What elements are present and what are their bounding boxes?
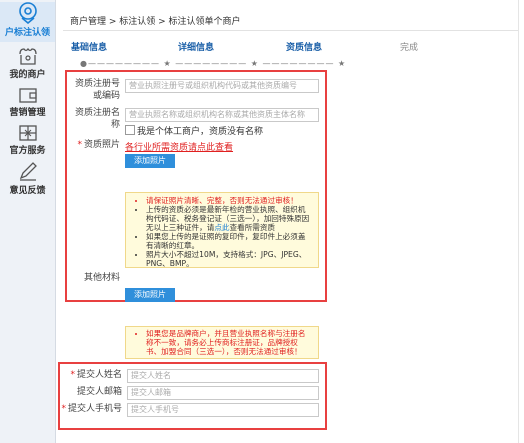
submitter-email-label: 提交人邮箱	[76, 387, 122, 397]
sidebar-item-official[interactable]: 官方服务	[0, 124, 55, 158]
sidebar-item-feedback[interactable]: 意见反馈	[0, 160, 55, 196]
pencil-icon	[19, 162, 37, 181]
individual-merchant-checkbox-row[interactable]: 我是个体工商户，资质没有名称	[125, 124, 263, 137]
required-mark: *	[61, 404, 66, 414]
required-mark: *	[70, 370, 75, 380]
reg-no-input[interactable]	[125, 79, 319, 93]
sidebar-item-label: 我的商户	[9, 70, 46, 80]
reg-no-label: 资质注册号或编码	[74, 79, 120, 101]
individual-merchant-label: 我是个体工商户，资质没有名称	[137, 127, 264, 137]
add-photo-button-other[interactable]: 添加照片	[125, 288, 175, 302]
sidebar-item-label: 营销管理	[9, 108, 46, 118]
sidebar-item-claim[interactable]: 户标注认领	[0, 2, 55, 42]
industry-qualification-link[interactable]: 各行业所需资质请点此查看	[125, 140, 233, 153]
view-required-docs-link[interactable]: 点此	[214, 223, 229, 232]
divider	[63, 30, 518, 31]
brand-notice-text: 如果您是品牌商户，并且营业执照名称与注册名称不一致，请务必上传商标注册证，品牌授…	[146, 329, 312, 356]
submitter-name-input[interactable]	[127, 369, 319, 383]
sidebar-item-marketing[interactable]: 营销管理	[0, 86, 55, 120]
sidebar-item-label: 意见反馈	[9, 186, 46, 196]
step-qualification-info: 资质信息	[286, 43, 323, 53]
breadcrumb: 商户管理 > 标注认领 > 标注认领单个商户	[70, 17, 241, 27]
submitter-phone-input[interactable]	[127, 403, 319, 417]
step-detail-info: 详细信息	[178, 43, 215, 53]
service-grid-icon	[18, 125, 37, 141]
sidebar: 户标注认领 我的商户 营销管理 官方服务 意见反馈	[0, 0, 56, 443]
individual-merchant-checkbox[interactable]	[125, 125, 135, 135]
brand-merchant-notice: 如果您是品牌商户，并且营业执照名称与注册名称不一致，请务必上传商标注册证，品牌授…	[125, 326, 319, 359]
shop-icon	[18, 47, 37, 65]
other-materials-label: 其他材料	[83, 273, 120, 283]
page-edge-divider	[518, 0, 519, 443]
sidebar-item-label: 户标注认领	[4, 28, 50, 38]
required-mark: *	[77, 140, 82, 150]
reg-name-label: 资质注册名称	[74, 108, 120, 130]
notice-line: 如果您上传的是证照的复印件，复印件上必须盖有清晰的红章。	[146, 232, 312, 250]
location-pin-icon	[18, 2, 37, 24]
submitter-email-input[interactable]	[127, 386, 319, 400]
step-complete: 完成	[400, 43, 419, 53]
notice-line: 照片大小不超过10M，支持格式：JPG、JPEG、PNG、BMP。	[146, 250, 312, 268]
add-photo-button[interactable]: 添加照片	[125, 154, 175, 168]
reg-name-input[interactable]	[125, 108, 319, 122]
step-progress-line: ●———————— ★ ———————— ★ ———————— ★	[80, 59, 347, 68]
submitter-name-label: * 提交人姓名	[70, 370, 122, 380]
photo-label: * 资质照片	[77, 140, 120, 150]
sidebar-item-my-shop[interactable]: 我的商户	[0, 46, 55, 84]
sidebar-item-label: 官方服务	[9, 146, 46, 156]
submitter-phone-label: * 提交人手机号	[61, 404, 122, 414]
photo-requirements-notice: 请保证照片清晰、完整，否则无法通过审核！ 上传的资质必须是最新年检的营业执照、组…	[125, 192, 319, 268]
notice-warning-line: 请保证照片清晰、完整，否则无法通过审核！	[146, 196, 312, 205]
wallet-icon	[18, 88, 37, 103]
step-basic-info: 基础信息	[71, 43, 108, 53]
notice-line: 上传的资质必须是最新年检的营业执照、组织机构代码证、税务登记证（三选一），加回特…	[146, 205, 312, 232]
